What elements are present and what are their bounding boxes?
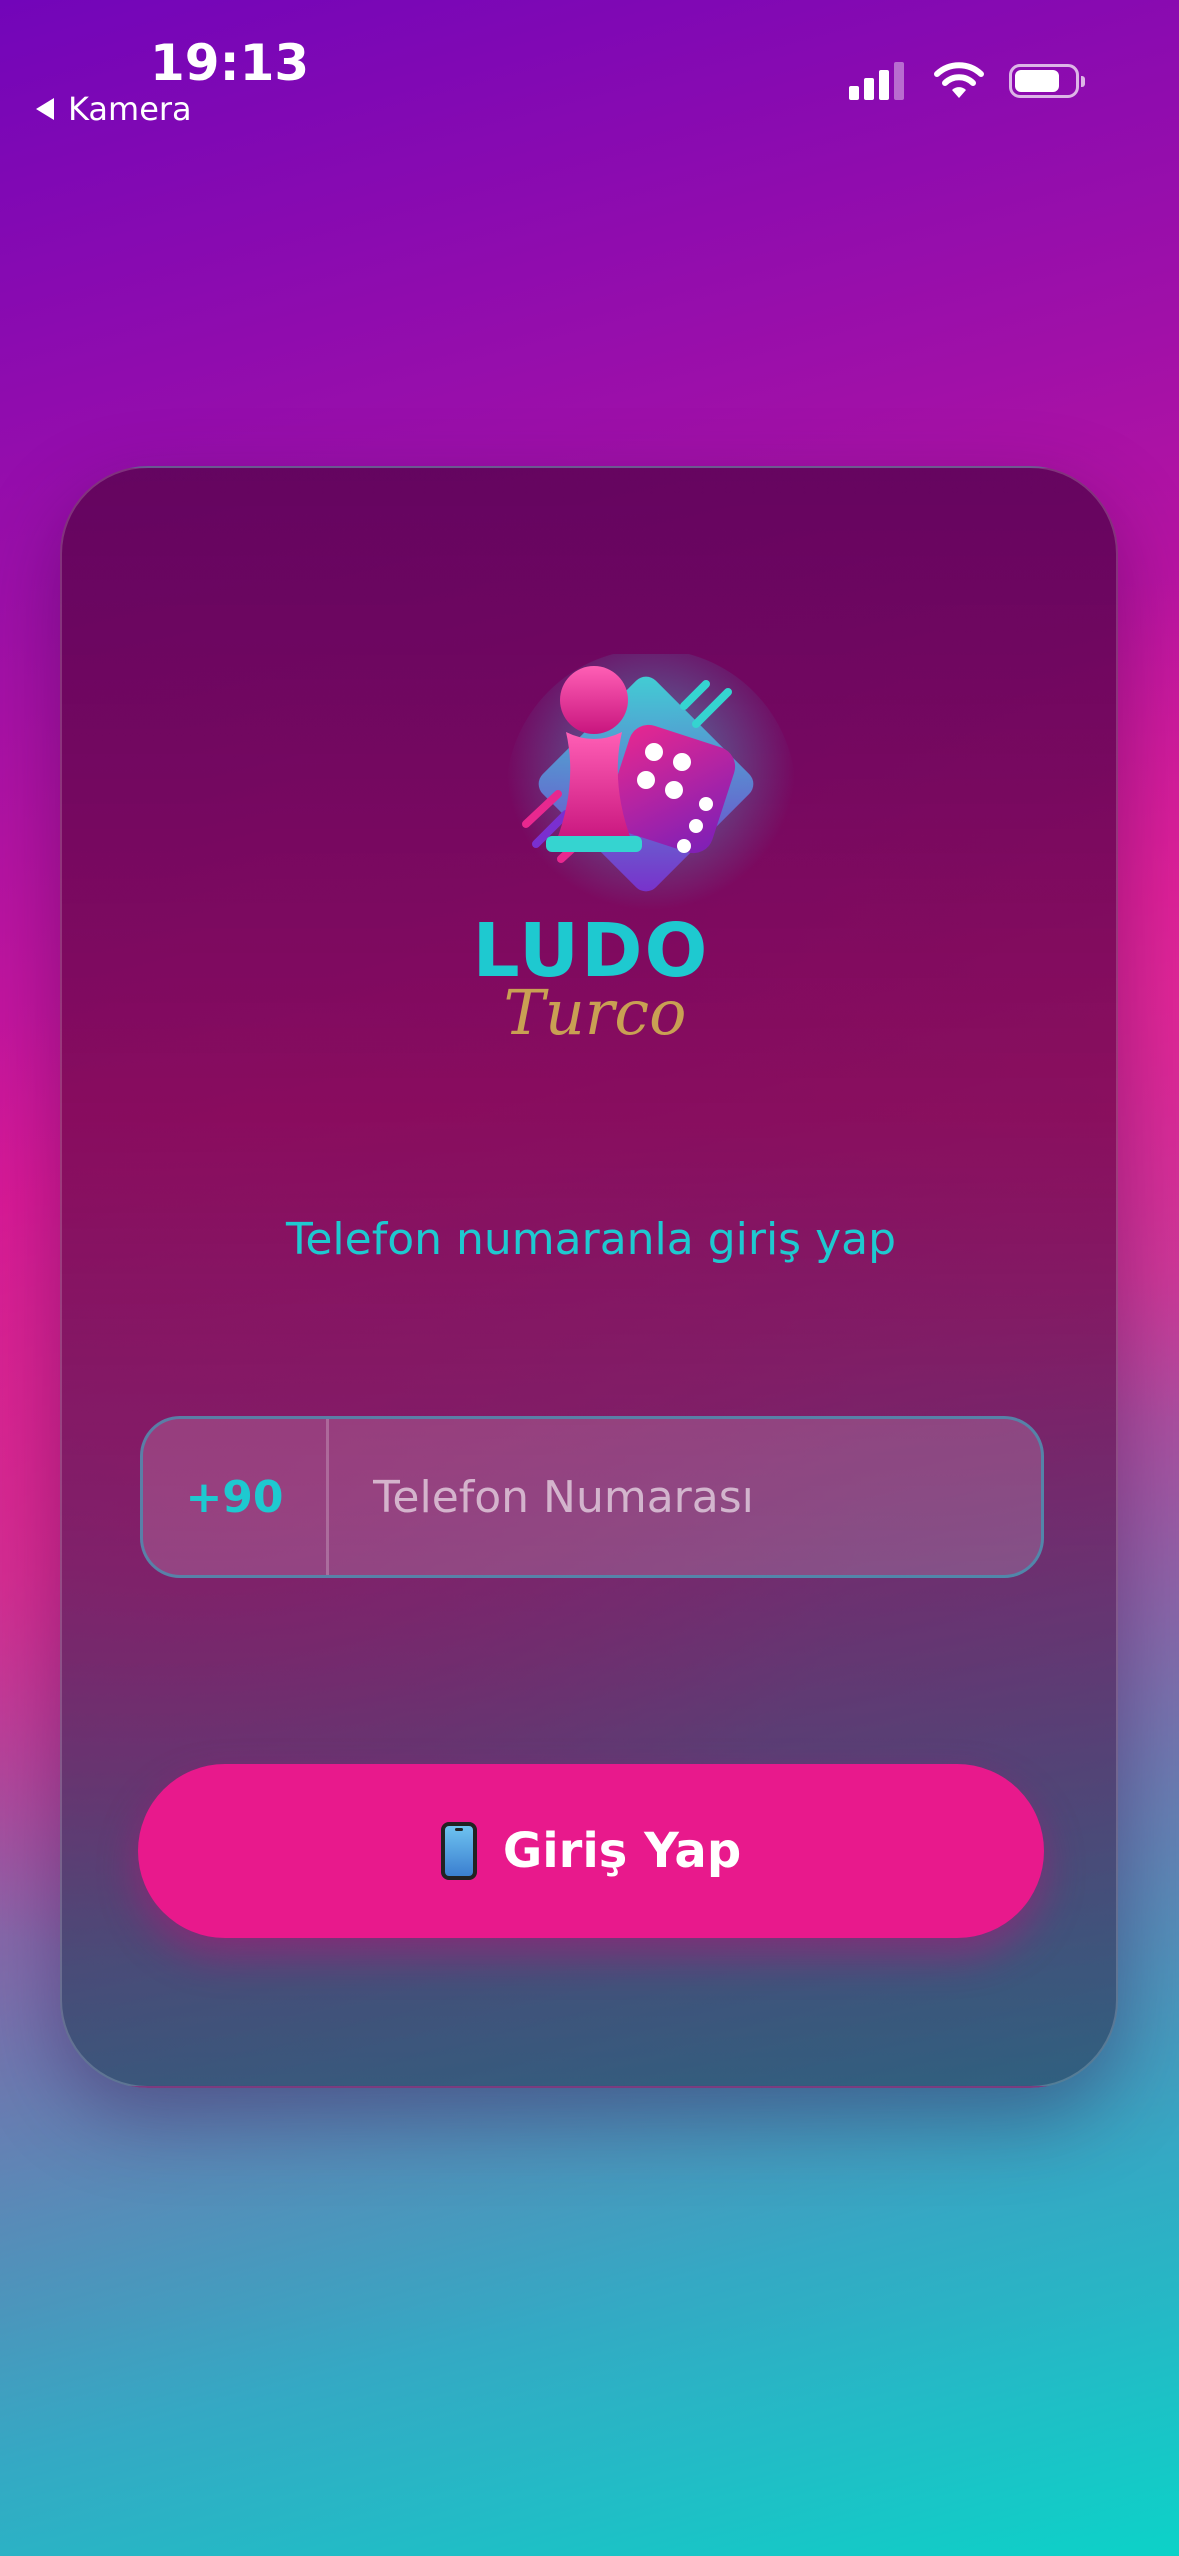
cellular-signal-icon xyxy=(849,62,909,100)
back-link-label: Kamera xyxy=(68,90,192,128)
country-code-selector[interactable]: +90 xyxy=(143,1419,329,1575)
mobile-phone-icon xyxy=(440,1822,477,1880)
status-time: 19:13 xyxy=(150,34,310,92)
login-button[interactable]: Giriş Yap xyxy=(138,1764,1044,1938)
status-icons xyxy=(849,62,1085,100)
back-triangle-icon xyxy=(36,98,54,120)
back-to-camera-link[interactable]: Kamera xyxy=(36,90,192,128)
login-button-label: Giriş Yap xyxy=(502,1823,742,1879)
logo-subtitle: Turco xyxy=(503,976,687,1049)
battery-icon xyxy=(1009,64,1085,98)
phone-field: +90 xyxy=(140,1416,1044,1578)
login-card: LUDO Turco Telefon numaranla giriş yap +… xyxy=(60,466,1118,2088)
wifi-icon xyxy=(934,62,984,98)
login-prompt: Telefon numaranla giriş yap xyxy=(285,1214,897,1265)
phone-number-input[interactable] xyxy=(329,1418,1041,1576)
